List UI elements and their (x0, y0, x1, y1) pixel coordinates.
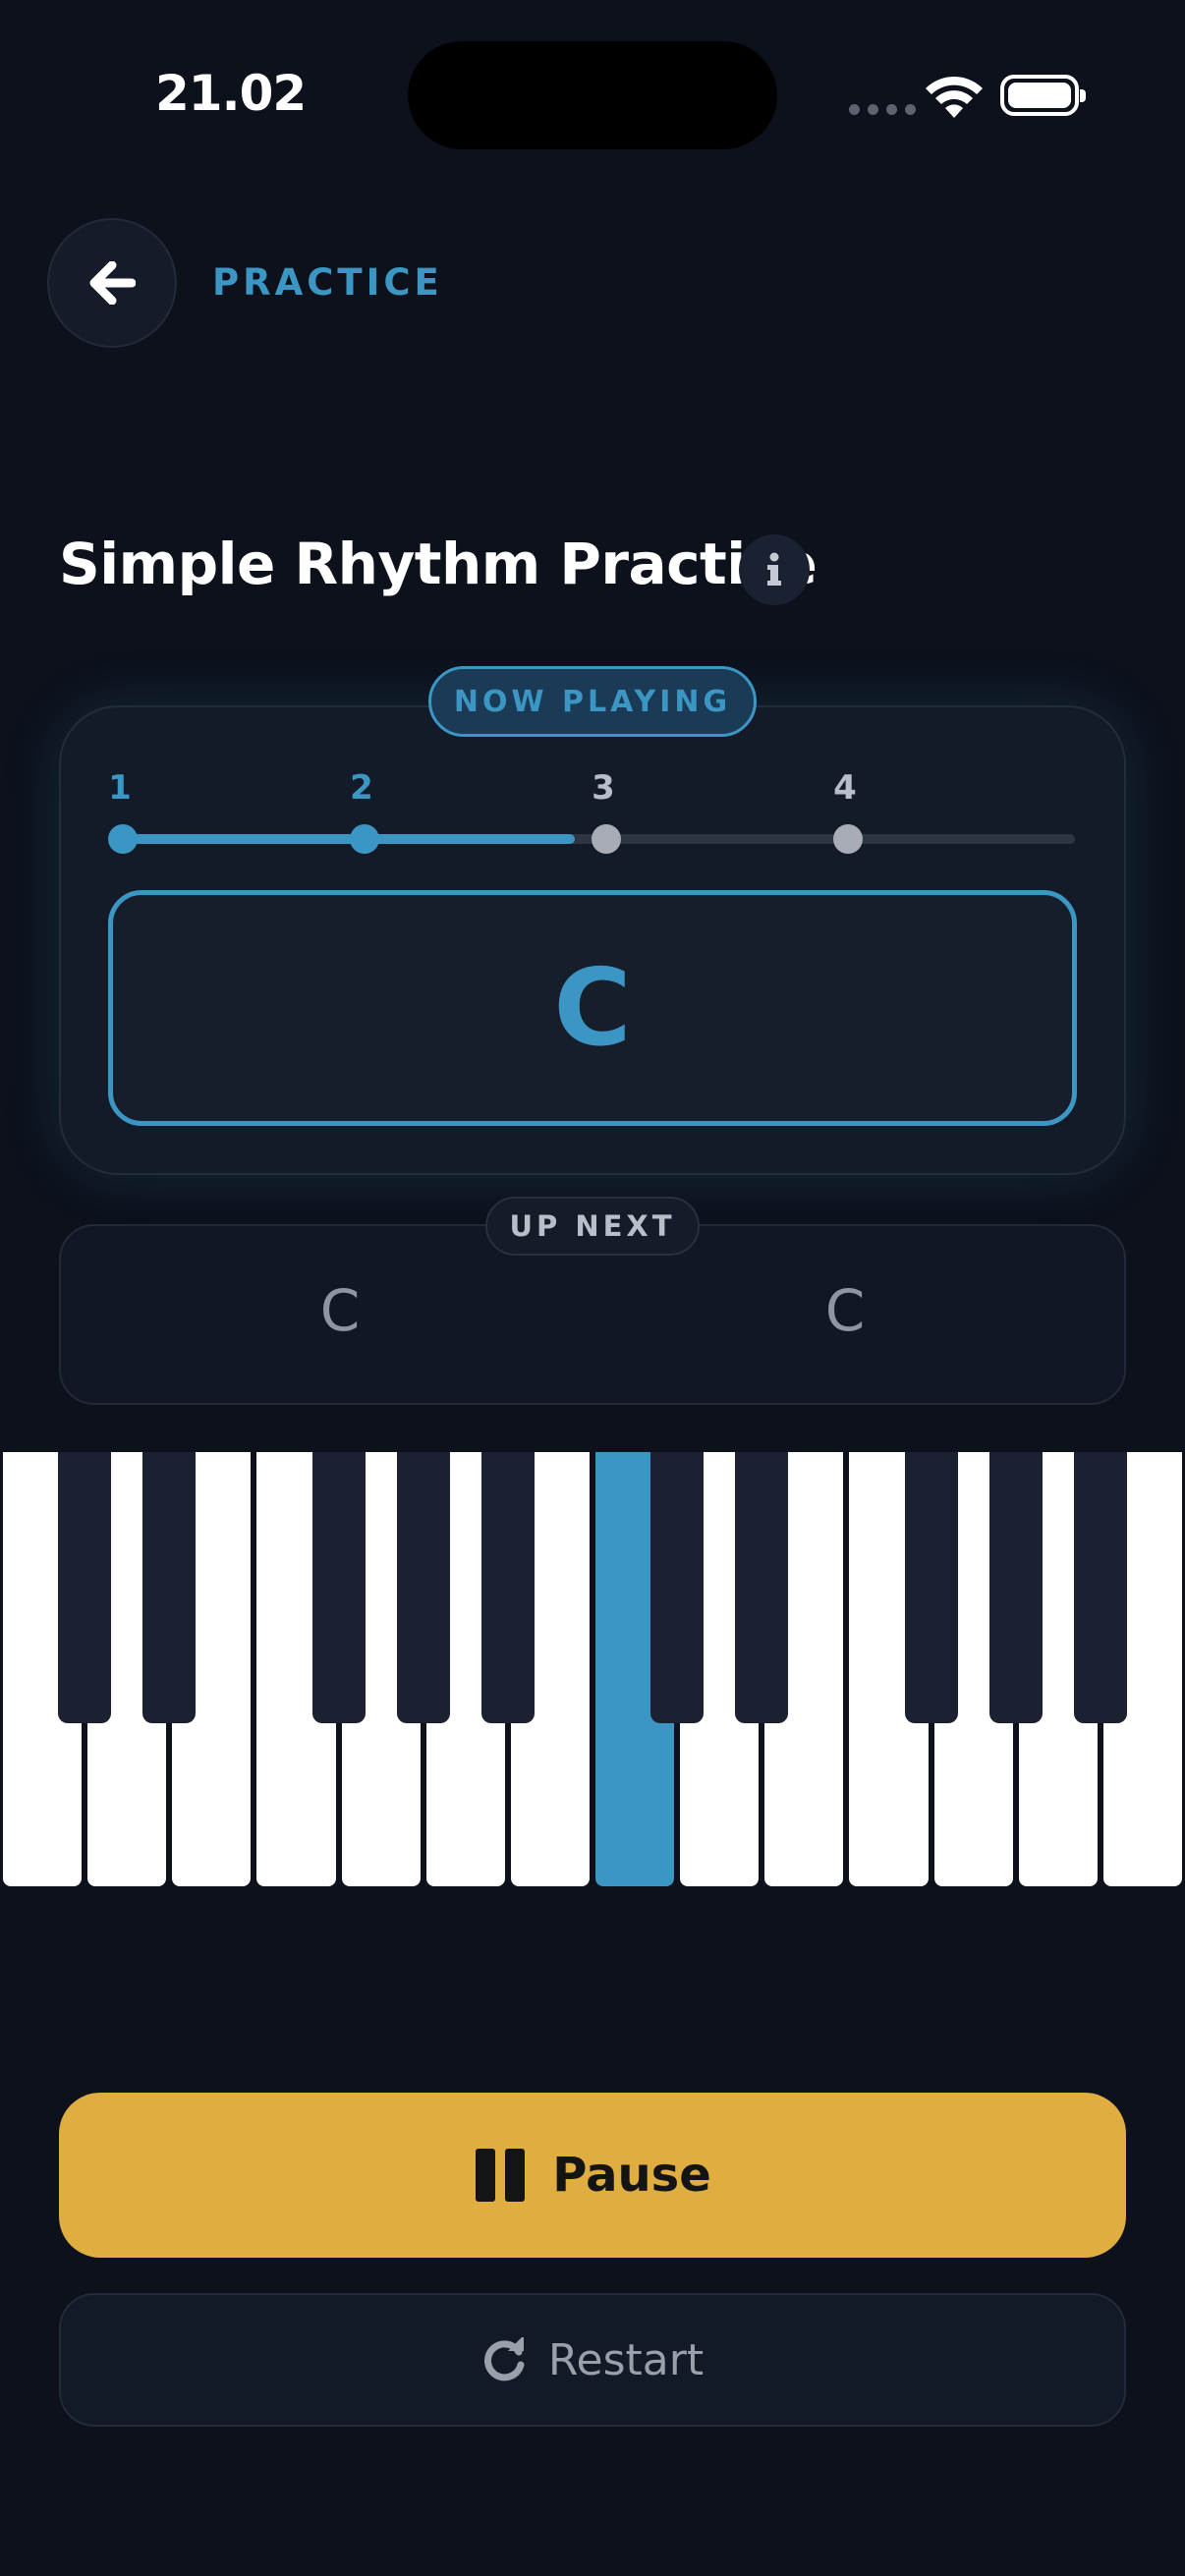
status-time: 21.02 (155, 65, 307, 122)
restart-button[interactable]: Restart (59, 2293, 1126, 2427)
info-icon (767, 552, 781, 586)
black-key[interactable] (58, 1452, 112, 1723)
black-key[interactable] (311, 1452, 366, 1723)
beat-dot-3 (592, 824, 621, 854)
pause-icon (476, 2149, 526, 2202)
pause-label: Pause (552, 2148, 711, 2203)
battery-icon (1000, 75, 1086, 116)
practice-screen: 21.02 PRACTICE Simple Rhythm Practice NO… (0, 0, 1185, 2576)
piano-keyboard[interactable] (0, 1452, 1185, 1888)
next-chord-1: C (319, 1277, 361, 1344)
beat-label-4: 4 (833, 768, 857, 808)
beat-progress-fill (122, 834, 575, 844)
cellular-signal-icon (849, 104, 916, 115)
wifi-icon (926, 76, 983, 118)
pause-button[interactable]: Pause (59, 2093, 1126, 2258)
current-chord: C (553, 946, 632, 1070)
beat-label-2: 2 (350, 768, 373, 808)
next-chord-2: C (824, 1277, 866, 1344)
black-key[interactable] (904, 1452, 958, 1723)
black-key[interactable] (735, 1452, 789, 1723)
black-key[interactable] (988, 1452, 1043, 1723)
black-key[interactable] (480, 1452, 535, 1723)
black-key[interactable] (396, 1452, 450, 1723)
beat-label-3: 3 (592, 768, 615, 808)
current-chord-box: C (108, 890, 1077, 1126)
back-button[interactable] (47, 218, 177, 348)
info-button[interactable] (739, 534, 810, 605)
now-playing-badge: NOW PLAYING (428, 666, 757, 737)
restart-icon (483, 2337, 525, 2381)
header-label: PRACTICE (212, 261, 443, 304)
beat-label-1: 1 (108, 768, 132, 808)
black-key[interactable] (142, 1452, 197, 1723)
black-key[interactable] (650, 1452, 705, 1723)
dynamic-island (408, 41, 777, 149)
beat-dot-4 (833, 824, 863, 854)
beat-dot-1 (108, 824, 138, 854)
up-next-badge: UP NEXT (485, 1197, 700, 1256)
page-title: Simple Rhythm Practice (59, 531, 818, 597)
arrow-left-icon (89, 261, 136, 305)
restart-label: Restart (547, 2334, 705, 2385)
black-key[interactable] (1073, 1452, 1127, 1723)
beat-dot-2 (350, 824, 379, 854)
